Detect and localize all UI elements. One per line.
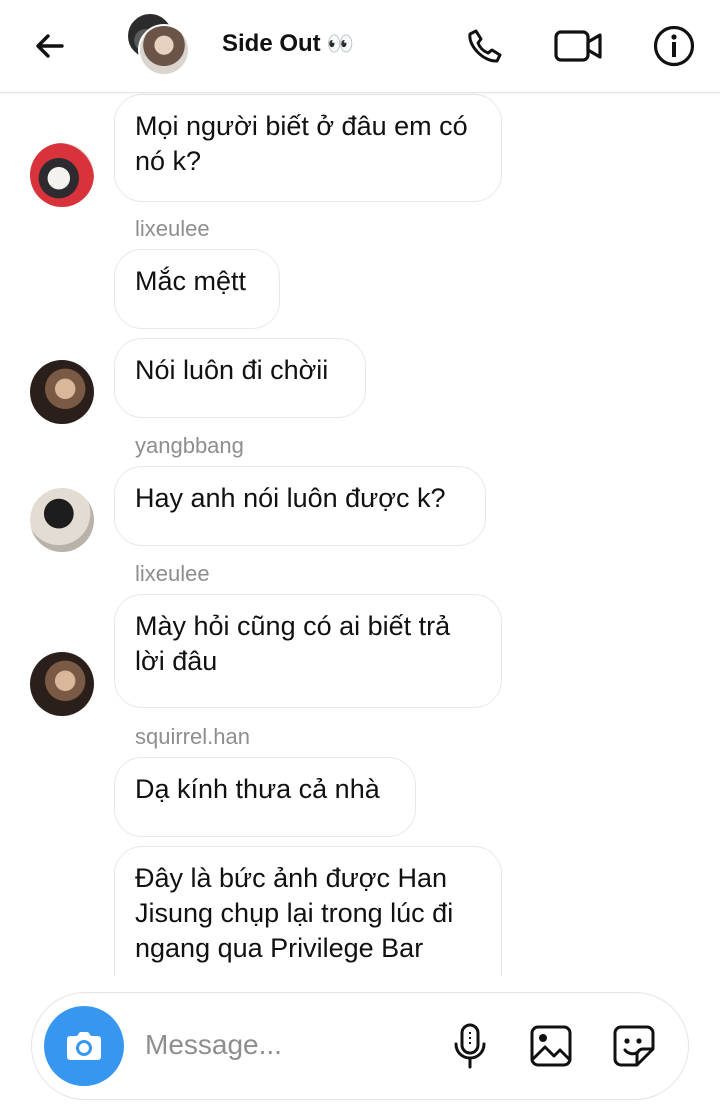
sender-name: lixeulee bbox=[135, 216, 210, 241]
message-text: Mày hỏi cũng có ai biết trả lời đâu bbox=[135, 611, 451, 676]
avatar[interactable] bbox=[30, 652, 94, 716]
message-text: Hay anh nói luôn được k? bbox=[135, 483, 446, 513]
message-bubble[interactable]: Mắc mệtt bbox=[114, 249, 280, 329]
gallery-button[interactable] bbox=[526, 1021, 576, 1071]
message-bubble[interactable]: Nói luôn đi chờii bbox=[114, 338, 366, 418]
image-icon bbox=[530, 1025, 572, 1067]
message-text: Nói luôn đi chờii bbox=[135, 355, 329, 385]
message-text: Đây là bức ảnh được Han Jisung chụp lại … bbox=[135, 863, 454, 963]
camera-button[interactable] bbox=[44, 1006, 124, 1086]
eyes-emoji: 👀 bbox=[326, 31, 355, 56]
message-bubble[interactable]: Hay anh nói luôn được k? bbox=[114, 466, 486, 546]
message-composer bbox=[31, 992, 689, 1100]
message-thread[interactable]: Mọi người biết ở đâu em có nó k? lixeule… bbox=[0, 92, 720, 976]
chat-header: Side Out 👀 bbox=[0, 0, 720, 93]
avatar[interactable] bbox=[30, 488, 94, 552]
voice-message-button[interactable] bbox=[445, 1021, 495, 1071]
message-input[interactable] bbox=[145, 1023, 405, 1067]
video-call-button[interactable] bbox=[552, 20, 604, 72]
arrow-left-icon bbox=[36, 34, 64, 58]
sender-name: lixeulee bbox=[135, 561, 210, 586]
avatar[interactable] bbox=[30, 143, 94, 207]
chat-title-text: Side Out bbox=[222, 30, 321, 57]
sender-name: yangbbang bbox=[135, 433, 244, 458]
avatar[interactable] bbox=[30, 360, 94, 424]
back-button[interactable] bbox=[24, 20, 76, 72]
chat-title[interactable]: Side Out 👀 bbox=[222, 30, 354, 58]
message-bubble[interactable]: Đây là bức ảnh được Han Jisung chụp lại … bbox=[114, 846, 502, 976]
sticker-button[interactable] bbox=[609, 1021, 659, 1071]
phone-icon bbox=[468, 29, 502, 63]
info-icon bbox=[653, 25, 695, 67]
message-text: Mắc mệtt bbox=[135, 266, 247, 296]
camera-icon bbox=[67, 1032, 101, 1060]
video-camera-icon bbox=[554, 30, 602, 62]
info-button[interactable] bbox=[648, 20, 700, 72]
message-bubble[interactable]: Mọi người biết ở đâu em có nó k? bbox=[114, 94, 502, 202]
message-text: Mọi người biết ở đâu em có nó k? bbox=[135, 111, 468, 176]
microphone-icon bbox=[454, 1023, 486, 1069]
message-text: Dạ kính thưa cả nhà bbox=[135, 774, 380, 804]
sticker-icon bbox=[613, 1025, 655, 1067]
sender-name: squirrel.han bbox=[135, 724, 250, 749]
group-avatar[interactable] bbox=[126, 12, 190, 76]
message-bubble[interactable]: Dạ kính thưa cả nhà bbox=[114, 757, 416, 837]
avatar bbox=[138, 24, 190, 76]
call-button[interactable] bbox=[458, 20, 510, 72]
message-bubble[interactable]: Mày hỏi cũng có ai biết trả lời đâu bbox=[114, 594, 502, 708]
